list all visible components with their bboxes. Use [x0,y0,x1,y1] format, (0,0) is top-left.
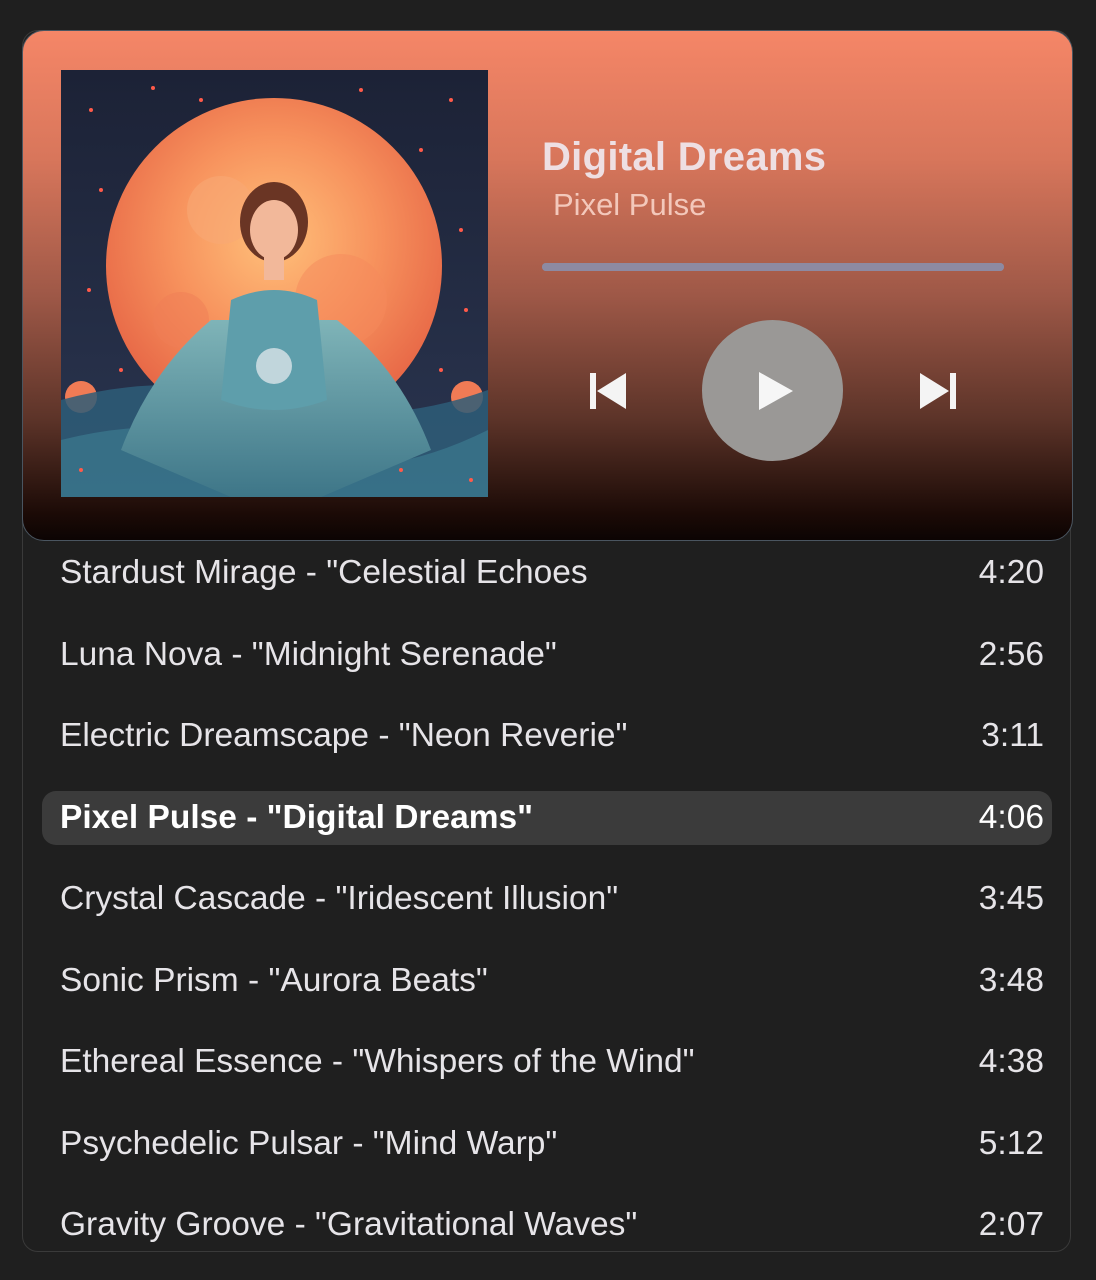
track-name: Ethereal Essence - "Whispers of the Wind… [60,1043,695,1080]
track-row[interactable]: Gravity Groove - "Gravitational Waves" 2… [42,1198,1052,1252]
track-duration: 3:11 [981,717,1044,754]
play-icon [758,371,793,410]
track-name: Pixel Pulse - "Digital Dreams" [60,798,534,836]
track-row-active[interactable]: Pixel Pulse - "Digital Dreams" 4:06 [42,790,1052,845]
track-name: Stardust Mirage - "Celestial Echoes [60,554,588,591]
track-row[interactable]: Crystal Cascade - "Iridescent Illusion" … [42,872,1052,926]
skip-previous-icon [590,373,626,409]
track-duration: 4:06 [978,798,1044,836]
track-duration: 2:07 [978,1206,1044,1243]
track-name: Sonic Prism - "Aurora Beats" [60,961,488,999]
track-row[interactable]: Ethereal Essence - "Whispers of the Wind… [42,1035,1052,1089]
progress-bar-fill [542,263,1004,271]
track-duration: 4:20 [978,554,1044,591]
track-name: Crystal Cascade - "Iridescent Illusion" [60,880,619,917]
now-playing-title: Digital Dreams [542,135,827,179]
track-duration: 2:56 [978,635,1044,673]
skip-next-icon [920,373,956,409]
track-duration: 5:12 [978,1124,1044,1162]
track-duration: 3:45 [978,880,1044,917]
track-row[interactable]: Sonic Prism - "Aurora Beats" 3:48 [42,954,1052,1008]
track-row[interactable]: Luna Nova - "Midnight Serenade" 2:56 [42,628,1052,682]
track-duration: 3:48 [978,961,1044,999]
now-playing-artist: Pixel Pulse [553,187,707,222]
track-name: Electric Dreamscape - "Neon Reverie" [60,717,628,754]
track-row[interactable]: Psychedelic Pulsar - "Mind Warp" 5:12 [42,1117,1052,1171]
music-player-app: Digital Dreams Pixel Pulse Stardust Mira [22,30,1073,1252]
track-name: Luna Nova - "Midnight Serenade" [60,635,557,673]
tracklist: Stardust Mirage - "Celestial Echoes 4:20… [42,541,1052,1280]
now-playing-card: Digital Dreams Pixel Pulse [22,30,1073,541]
progress-bar[interactable] [542,263,1004,271]
previous-track-button[interactable] [583,365,633,417]
track-row[interactable]: Electric Dreamscape - "Neon Reverie" 3:1… [42,709,1052,763]
track-duration: 4:38 [978,1043,1044,1080]
play-button[interactable] [702,320,843,461]
track-name: Gravity Groove - "Gravitational Waves" [60,1206,638,1243]
track-name: Psychedelic Pulsar - "Mind Warp" [60,1124,558,1162]
next-track-button[interactable] [913,365,963,417]
track-row[interactable]: Stardust Mirage - "Celestial Echoes 4:20 [42,546,1052,600]
album-art-image [61,70,488,497]
